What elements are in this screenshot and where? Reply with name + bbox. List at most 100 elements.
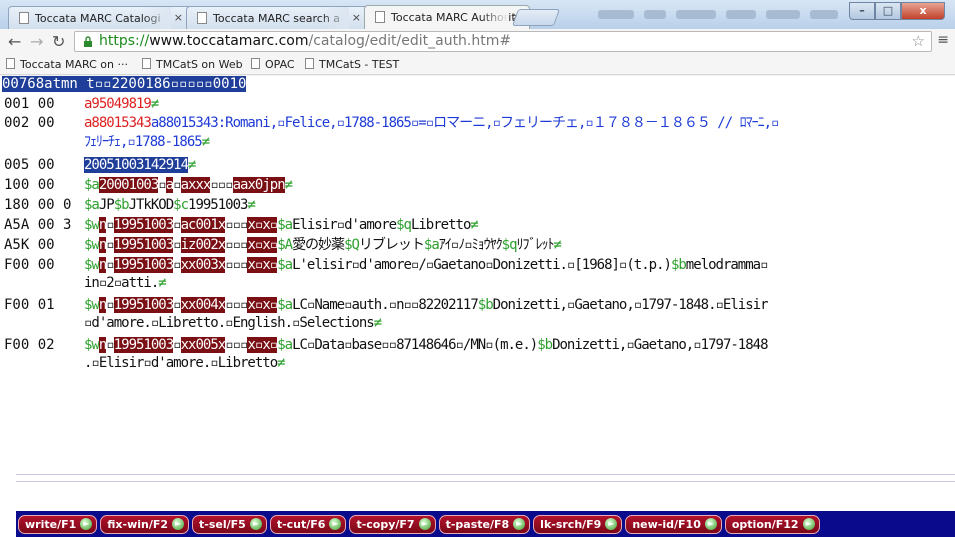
tab-label: Toccata MARC Catalogi xyxy=(35,12,161,25)
fixed-data: 19951003 xyxy=(113,257,174,273)
t-copy-button[interactable]: t-copy/F7 ► xyxy=(349,514,436,534)
field-end: ≠ xyxy=(201,134,211,150)
bookmark-label: Toccata MARC on ··· xyxy=(20,58,128,71)
tab-strip: Toccata MARC Catalogi × Toccata MARC sea… xyxy=(0,0,955,30)
page-icon xyxy=(375,11,385,23)
arrow-icon: ► xyxy=(329,518,342,530)
star-icon[interactable]: ☆ xyxy=(912,32,925,50)
field-end: ≠ xyxy=(247,197,256,213)
reload-icon[interactable]: ↻ xyxy=(52,32,65,51)
subfield-text-cont: .▫Elisir▫d'amore.▫Libretto xyxy=(84,355,278,371)
field-end: ≠ xyxy=(284,177,294,193)
function-key-bar: write/F1 ► fix-win/F2 ► t-sel/F5 ► t-cut/F6… xyxy=(16,511,955,537)
field-tag: 002 00 xyxy=(4,115,55,131)
url-host: www.toccatamarc.com xyxy=(149,33,309,49)
close-icon[interactable]: × xyxy=(174,11,183,24)
tab-authority[interactable]: Toccata MARC Authoriti × xyxy=(364,5,530,30)
minimize-button[interactable]: – xyxy=(849,2,875,20)
divider xyxy=(16,474,955,475)
marc-editor[interactable]: 00768atmn​ t▫▫2200186▫▫▫▫▫0010 001 00 a9… xyxy=(0,76,955,474)
field-end: ≠ xyxy=(188,157,197,173)
subfield-text: Donizetti,▫Gaetano,▫1797-1848 xyxy=(552,337,768,353)
write-button[interactable]: write/F1 ► xyxy=(18,514,98,534)
page-icon xyxy=(142,58,151,69)
t-paste-button[interactable]: t-paste/F8 ► xyxy=(438,514,531,534)
button-label: new-id/F10 xyxy=(632,517,701,531)
back-icon[interactable]: ← xyxy=(8,32,21,51)
subfield-text: LC▫Name▫auth.▫n▫▫82202117 xyxy=(292,297,479,313)
field-value-cont: ﾌｪﾘｰﾁｪ,▫1788-1865 xyxy=(84,134,203,150)
field-tag: 180 00 0 xyxy=(4,197,72,213)
button-label: t-cut/F6 xyxy=(276,517,326,531)
forward-icon[interactable]: → xyxy=(30,32,43,51)
leader-value: 00768atmn xyxy=(2,76,78,92)
subfield-text: ｱｲ▫ﾉ▫ﾐｮｳﾔｸ xyxy=(438,237,503,253)
leader-line[interactable]: 00768atmn​ t▫▫2200186▫▫▫▫▫0010 xyxy=(2,76,247,94)
maximize-button[interactable]: □ xyxy=(875,2,901,20)
bookmark-item[interactable]: OPAC xyxy=(249,58,295,71)
tab-search[interactable]: Toccata MARC search a × xyxy=(186,6,370,29)
fixed-space: ▫▫▫ xyxy=(225,217,248,233)
subfield-code: $w xyxy=(84,297,100,313)
url-field[interactable]: https://www.toccatamarc.com/catalog/edit… xyxy=(74,31,932,52)
button-label: fix-win/F2 xyxy=(107,517,169,531)
t-sel-button[interactable]: t-sel/F5 ► xyxy=(192,514,267,534)
button-label: lk-srch/F9 xyxy=(540,517,602,531)
page-icon xyxy=(197,12,207,24)
field-tag: 001 00 xyxy=(4,96,55,112)
subfield-code: $a xyxy=(84,177,100,193)
subfield-code: $Q xyxy=(344,237,360,253)
tab-catalogi[interactable]: Toccata MARC Catalogi × xyxy=(8,6,192,29)
page-icon xyxy=(19,12,29,24)
bookmark-item[interactable]: TMCatS - TEST xyxy=(303,58,399,71)
page-icon xyxy=(6,58,15,69)
subfield-code: $a xyxy=(84,197,100,213)
fixed-data: xx003x xyxy=(180,257,226,273)
button-label: write/F1 xyxy=(25,517,77,531)
subfield-text: Donizetti,▫Gaetano,▫1797-1848.▫Elisir xyxy=(492,297,769,313)
field-end: ≠ xyxy=(150,96,160,112)
subfield-code: $b xyxy=(477,297,494,313)
url-scheme: https:// xyxy=(99,33,150,49)
field-end: ≠ xyxy=(277,355,286,371)
bookmark-label: TMCatS on Web xyxy=(156,58,243,71)
new-id-button[interactable]: new-id/F10 ► xyxy=(625,514,722,534)
new-tab-button[interactable] xyxy=(511,9,561,26)
fixed-data: ac001x xyxy=(180,217,226,233)
subfield-text: 愛の妙薬 xyxy=(292,237,345,253)
address-bar-row: ← → ↻ https://www.toccatamarc.com/catalo… xyxy=(0,29,955,54)
arrow-icon: ► xyxy=(513,518,526,530)
subfield-code: $w xyxy=(84,217,100,233)
t-cut-button[interactable]: t-cut/F6 ► xyxy=(269,514,347,534)
close-window-button[interactable]: x xyxy=(901,2,945,20)
close-icon[interactable]: × xyxy=(352,11,361,24)
field-tag: A5K 00 xyxy=(4,237,55,253)
fixed-data: x▫x▫ xyxy=(247,237,278,253)
subfield-code: $w xyxy=(84,237,100,253)
subfield-code: $a xyxy=(277,257,293,273)
bookmark-item[interactable]: Toccata MARC on ··· xyxy=(4,58,128,71)
fixed-data: 19951003 xyxy=(113,237,174,253)
subfield-text: Elisir▫d'amore xyxy=(292,217,397,233)
field-end: ≠ xyxy=(373,315,383,331)
arrow-icon: ► xyxy=(605,518,618,530)
fixed-space: ▫▫▫ xyxy=(225,337,248,353)
option-button[interactable]: option/F12 ► xyxy=(724,514,820,534)
divider xyxy=(16,481,955,482)
button-label: t-copy/F7 xyxy=(356,517,415,531)
menu-icon[interactable]: ≡ xyxy=(937,32,949,48)
field-tag: F00 01 xyxy=(4,297,55,313)
subfield-code: $b xyxy=(537,337,553,353)
lk-srch-button[interactable]: lk-srch/F9 ► xyxy=(533,514,623,534)
bookmark-item[interactable]: TMCatS on Web xyxy=(140,58,243,71)
arrow-icon: ► xyxy=(80,518,93,530)
fixed-space: ▫▫▫ xyxy=(225,257,248,273)
fix-win-button[interactable]: fix-win/F2 ► xyxy=(100,514,190,534)
subfield-code: $q xyxy=(501,237,518,253)
subfield-text: 19951003 xyxy=(188,197,248,213)
leader-value-rest: t▫▫2200186▫▫▫▫▫0010 xyxy=(77,76,247,92)
fixed-data: xx004x xyxy=(180,297,226,313)
subfield-text: L'elisir▫d'amore▫/▫Gaetano▫Donizetti.▫[1… xyxy=(292,257,672,273)
field-tag: 005 00 xyxy=(4,157,55,173)
window-controls: – □ x xyxy=(849,2,945,20)
